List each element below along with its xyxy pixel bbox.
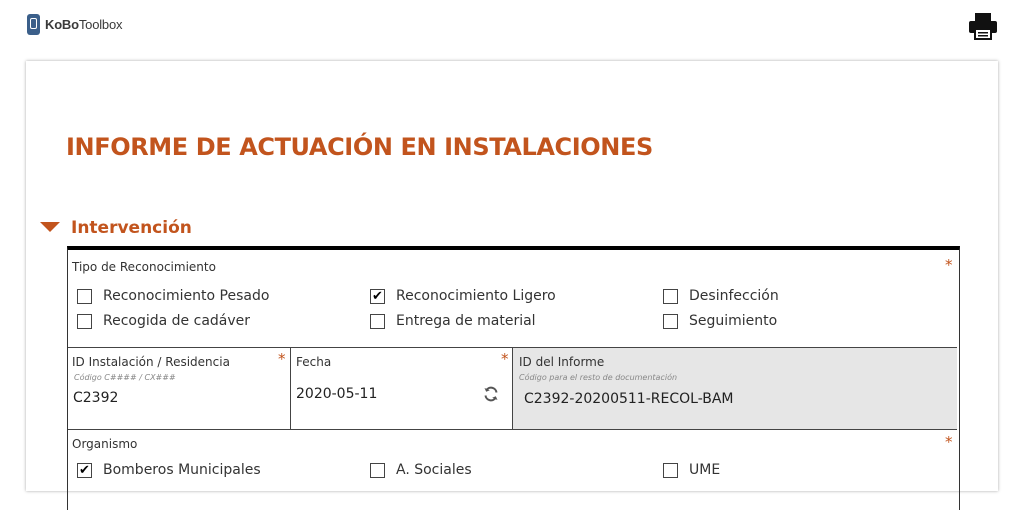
checkbox-checked[interactable]: ✔: [77, 462, 92, 478]
checkbox[interactable]: [370, 462, 385, 478]
option-ume[interactable]: UME: [663, 462, 720, 478]
logo-text: KoBoToolbox: [45, 17, 123, 32]
question-fecha[interactable]: Fecha * 2020-05-11: [291, 348, 512, 429]
question-label: Tipo de Reconocimiento: [72, 260, 216, 274]
refresh-icon[interactable]: [483, 386, 499, 402]
option-label: UME: [689, 462, 721, 478]
option-label: Seguimiento: [689, 313, 778, 329]
question-hint: Código para el resto de documentación: [519, 373, 678, 382]
option-label: Entrega de material: [396, 313, 536, 329]
printer-icon[interactable]: [967, 12, 999, 40]
question-id-informe: ID del Informe Código para el resto de d…: [513, 348, 957, 429]
kobotoolbox-logo: KoBoToolbox: [27, 14, 122, 35]
required-marker: *: [945, 256, 953, 274]
option-label: A. Sociales: [396, 462, 472, 478]
form-card: INFORME DE ACTUACIÓN EN INSTALACIONES In…: [26, 61, 998, 510]
option-label: Desinfección: [689, 288, 779, 304]
option-label: Reconocimiento Pesado: [103, 288, 270, 304]
option-entrega-material[interactable]: Entrega de material: [370, 313, 536, 329]
required-marker: *: [501, 350, 509, 368]
option-label: Reconocimiento Ligero: [396, 288, 556, 304]
option-seguimiento[interactable]: Seguimiento: [663, 313, 777, 329]
logo-mark-icon: [27, 14, 40, 35]
question-tipo-reconocimiento: Tipo de Reconocimiento * Reconocimiento …: [68, 250, 957, 347]
group-title: Intervención: [71, 218, 192, 238]
fecha-input[interactable]: 2020-05-11: [296, 386, 377, 402]
option-reconocimiento-pesado[interactable]: Reconocimiento Pesado: [77, 288, 269, 304]
checkbox[interactable]: [370, 313, 385, 329]
question-hint: Código C#### / CX###: [74, 373, 176, 382]
question-label: Organismo: [72, 437, 138, 451]
group-intervencion: Tipo de Reconocimiento * Reconocimiento …: [67, 246, 960, 510]
option-recogida-cadaver[interactable]: Recogida de cadáver: [77, 313, 250, 329]
required-marker: *: [945, 433, 953, 451]
option-label: Recogida de cadáver: [103, 313, 251, 329]
question-id-instalacion[interactable]: ID Instalación / Residencia * Código C##…: [68, 348, 290, 429]
collapse-caret-icon[interactable]: [40, 222, 60, 232]
required-marker: *: [278, 350, 286, 368]
id-instalacion-input[interactable]: C2392: [73, 390, 118, 406]
checkbox[interactable]: [77, 288, 92, 304]
checkbox-checked[interactable]: ✔: [370, 288, 385, 304]
checkbox[interactable]: [663, 288, 678, 304]
option-reconocimiento-ligero[interactable]: ✔ Reconocimiento Ligero: [370, 288, 556, 304]
checkbox[interactable]: [663, 462, 678, 478]
option-a-sociales[interactable]: A. Sociales: [370, 462, 472, 478]
checkbox[interactable]: [77, 313, 92, 329]
id-informe-readonly: C2392-20200511-RECOL-BAM: [524, 391, 734, 407]
form-title: INFORME DE ACTUACIÓN EN INSTALACIONES: [66, 133, 653, 161]
question-label: ID Instalación / Residencia: [72, 355, 230, 369]
option-desinfeccion[interactable]: Desinfección: [663, 288, 779, 304]
question-label: Fecha: [296, 355, 332, 369]
top-bar: KoBoToolbox: [0, 0, 1024, 52]
question-organismo: Organismo * ✔ Bomberos Municipales A. So…: [68, 430, 957, 510]
option-label: Bomberos Municipales: [103, 462, 261, 478]
option-bomberos-municipales[interactable]: ✔ Bomberos Municipales: [77, 462, 261, 478]
checkbox[interactable]: [663, 313, 678, 329]
question-label: ID del Informe: [519, 355, 605, 369]
